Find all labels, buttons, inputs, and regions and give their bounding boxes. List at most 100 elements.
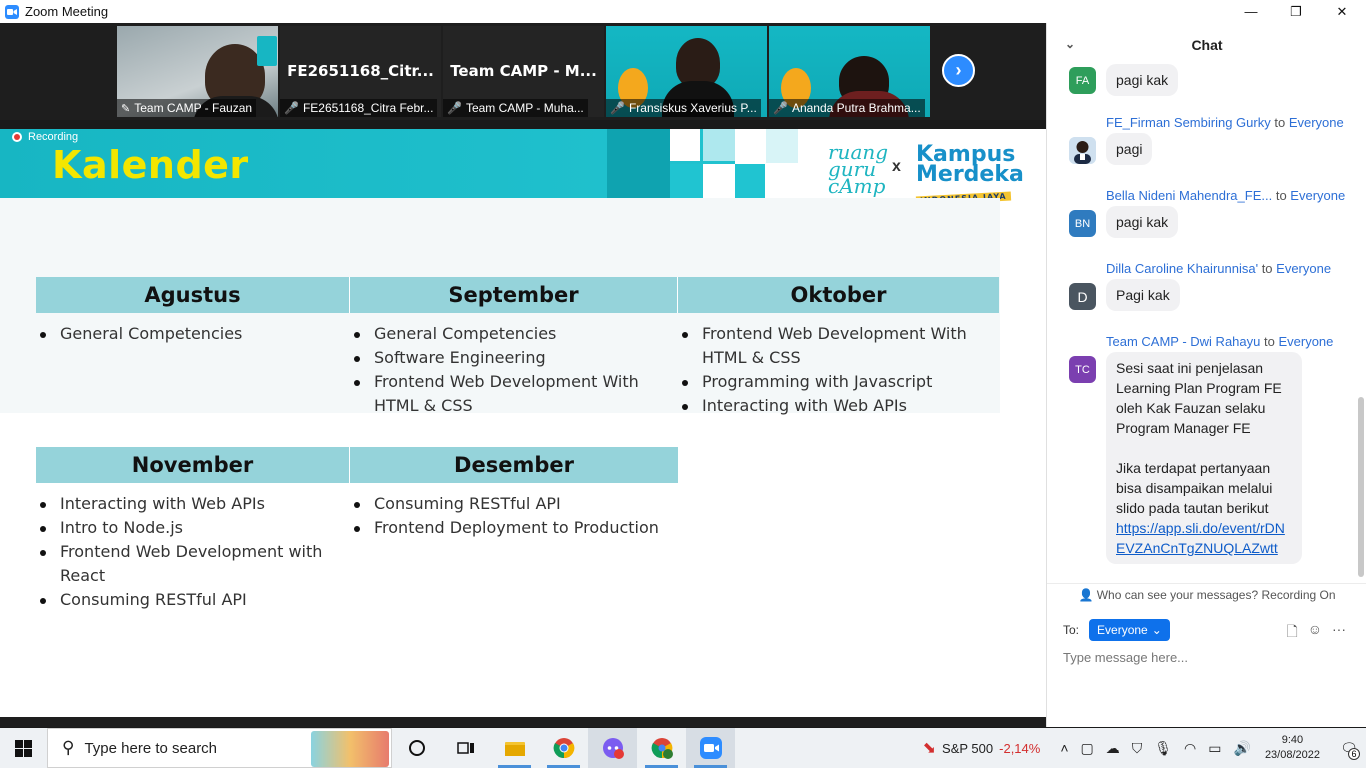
recipient-row: To: Everyone ⌄ [1063,619,1170,641]
meet-now-icon[interactable]: ▢ [1081,740,1094,757]
recipient-dropdown[interactable]: Everyone ⌄ [1089,619,1170,641]
chevron-up-icon[interactable]: ˄ [1060,740,1068,756]
topic-item: Interacting with Web APIs [40,492,350,516]
participant-name: 🎤 Fransiskus Xaverius P... [606,99,761,117]
chat-tools: 🗋 ☺ ··· [1286,621,1346,645]
decor-square [703,164,735,198]
month-column-september: September General Competencies Software … [350,277,678,418]
video-tile-fransiskus[interactable]: 🎤 Fransiskus Xaverius P... [606,26,767,117]
video-tile-citra[interactable]: FE2651168_Citr... 🎤 FE2651168_Citra Febr.… [280,26,441,117]
cortana-icon[interactable] [392,728,441,768]
avatar: BN [1069,210,1096,237]
month-header: November [36,447,350,483]
title-bar: Zoom Meeting — ❐ ✕ [0,0,1366,23]
topic-item: Software Engineering [354,346,678,370]
message-bubble: Pagi kak [1106,279,1180,311]
close-button[interactable]: ✕ [1319,0,1365,23]
chrome-profile-icon[interactable] [637,728,686,768]
onedrive-icon[interactable]: ☁ [1106,740,1120,757]
topic-item: Frontend Web Development with React [40,540,350,588]
next-page-arrow-icon[interactable]: › [942,54,975,87]
avatar: TC [1069,356,1096,383]
message-sender: Team CAMP - Dwi Rahayu to Everyone [1106,334,1334,349]
chrome-icon[interactable] [539,728,588,768]
zoom-icon[interactable] [686,728,735,768]
month-column-agustus: Agustus General Competencies [36,277,350,346]
month-header: Desember [350,447,678,483]
windows-start-icon[interactable] [0,728,47,768]
participant-name: ✎ Team CAMP - Fauzan [117,99,257,117]
month-header: Oktober [678,277,999,313]
decor-square [703,129,735,161]
file-explorer-icon[interactable] [490,728,539,768]
restore-button[interactable]: ❐ [1273,0,1319,23]
chevron-down-icon[interactable]: ⌄ [1065,37,1075,51]
file-icon[interactable]: 🗋 [1286,621,1297,645]
search-icon: ⚲ [62,738,75,757]
participant-name: 🎤 Team CAMP - Muha... [443,99,588,117]
minimize-button[interactable]: — [1228,0,1274,23]
ruangguru-camp-logo: ruang guru cAmp [828,140,889,198]
video-tile-muha[interactable]: Team CAMP - M... 🎤 Team CAMP - Muha... [443,26,604,117]
search-highlight-image [311,731,389,767]
discord-icon[interactable] [588,728,637,768]
notification-icon[interactable]: 🗨 6 [1332,728,1366,768]
avatar [1069,137,1096,164]
topic-item: Interacting with Web APIs [682,394,999,418]
more-icon[interactable]: ··· [1332,621,1346,645]
shared-screen-slide: Kalender Recording ruang guru cAmp x Kampu… [0,129,1046,717]
microphone-icon[interactable]: 🎙 [1154,740,1172,757]
zoom-logo-icon [5,4,19,19]
task-view-icon[interactable] [441,728,490,768]
participant-name: 🎤 Ananda Putra Brahma... [769,99,925,117]
volume-icon[interactable]: 🔊 [1234,740,1251,757]
decor-square [735,129,765,164]
stock-widget[interactable]: ⬊ S&P 500 -2,14% [923,738,1041,758]
mic-muted-icon: 🎤 [447,101,462,115]
message-bubble: Sesi saat ini penjelasan Learning Plan P… [1106,352,1302,564]
wifi-icon[interactable]: ◠ [1184,740,1196,757]
participant-big-name: Team CAMP - M... [450,62,597,80]
who-can-see-notice[interactable]: 👤 Who can see your messages? Recording O… [1047,583,1366,605]
battery-icon[interactable]: ▭ [1208,740,1221,757]
message-bubble: pagi kak [1106,206,1179,238]
chevron-down-icon: ⌄ [1151,623,1162,637]
message-sender: Dilla Caroline Khairunnisa' to Everyone [1106,261,1332,276]
notification-count: 6 [1348,748,1360,760]
decor-square [766,129,798,163]
slido-link[interactable]: https://app.sli.do/event/rDNEVZAnCnTgZNU… [1116,518,1292,558]
topic-item: Intro to Node.js [40,516,350,540]
chat-panel: ⌄ Chat FA pagi kak FE_Firman Sembiring G… [1046,23,1366,727]
message-sender: Bella Nideni Mahendra_FE... to Everyone [1106,188,1346,203]
video-tile-fauzan[interactable]: ✎ Team CAMP - Fauzan [117,26,278,117]
person-icon: 👤 [1078,588,1097,602]
month-column-oktober: Oktober Frontend Web Development With HT… [678,277,999,418]
decor-square [670,129,700,161]
video-tile-ananda[interactable]: 🎤 Ananda Putra Brahma... [769,26,930,117]
mic-muted-icon: 🎤 [610,101,625,115]
chat-scrollbar[interactable] [1357,67,1365,582]
topic-item: Frontend Web Development With HTML & CSS [682,322,999,370]
mic-muted-icon: 🎤 [284,101,299,115]
emoji-icon[interactable]: ☺ [1308,621,1322,645]
recording-indicator: Recording [12,131,78,143]
defender-icon[interactable]: ⛉ [1132,740,1143,757]
window-title: Zoom Meeting [25,4,109,19]
logo-separator: x [892,158,901,175]
chat-title: Chat [1191,37,1223,53]
decor-square [670,164,702,198]
mic-muted-icon: 🎤 [773,101,788,115]
clock[interactable]: 9:40 23/08/2022 [1265,733,1320,763]
video-strip: ✎ Team CAMP - Fauzan FE2651168_Citr... 🎤 F… [0,23,1046,120]
topic-item: Consuming RESTful API [354,492,678,516]
month-column-november: November Interacting with Web APIs Intro… [36,447,350,612]
recording-dot-icon [12,132,22,142]
taskbar-search[interactable]: ⚲ Type here to search [47,728,392,768]
topic-item: General Competencies [40,322,350,346]
avatar: FA [1069,67,1096,94]
pin-icon: ✎ [121,102,131,115]
scrollbar-thumb[interactable] [1358,397,1364,577]
message-input[interactable] [1063,650,1353,665]
message-bubble: pagi kak [1106,64,1179,96]
month-column-desember: Desember Consuming RESTful API Frontend … [350,447,678,540]
